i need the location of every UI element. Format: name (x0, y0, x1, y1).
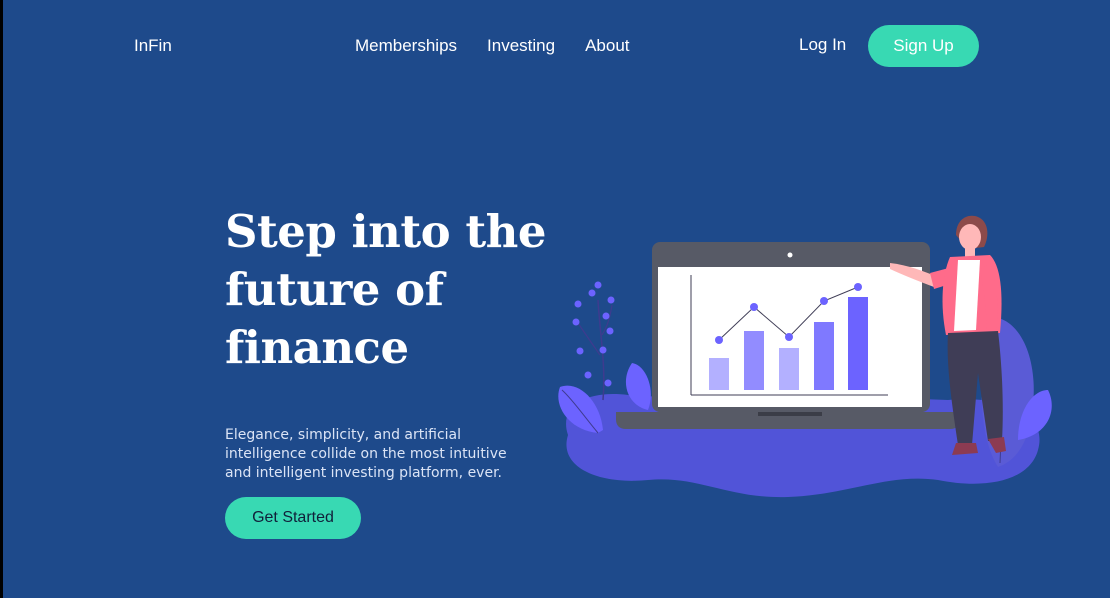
main-nav: Memberships Investing About (355, 36, 630, 56)
nav-item-investing[interactable]: Investing (487, 36, 555, 56)
brand-logo[interactable]: InFin (134, 36, 172, 56)
hero-subtitle: Elegance, simplicity, and artificial int… (225, 427, 507, 481)
finance-chart-illustration (558, 215, 1052, 498)
nav-item-about[interactable]: About (585, 36, 629, 56)
signup-button[interactable]: Sign Up (868, 25, 979, 67)
nav-item-memberships[interactable]: Memberships (355, 36, 457, 56)
login-link[interactable]: Log In (799, 35, 846, 55)
window-edge (0, 0, 3, 598)
hero-title: Step into the future of finance (225, 205, 546, 374)
left-plant-icon (572, 281, 615, 401)
get-started-button[interactable]: Get Started (225, 497, 361, 539)
